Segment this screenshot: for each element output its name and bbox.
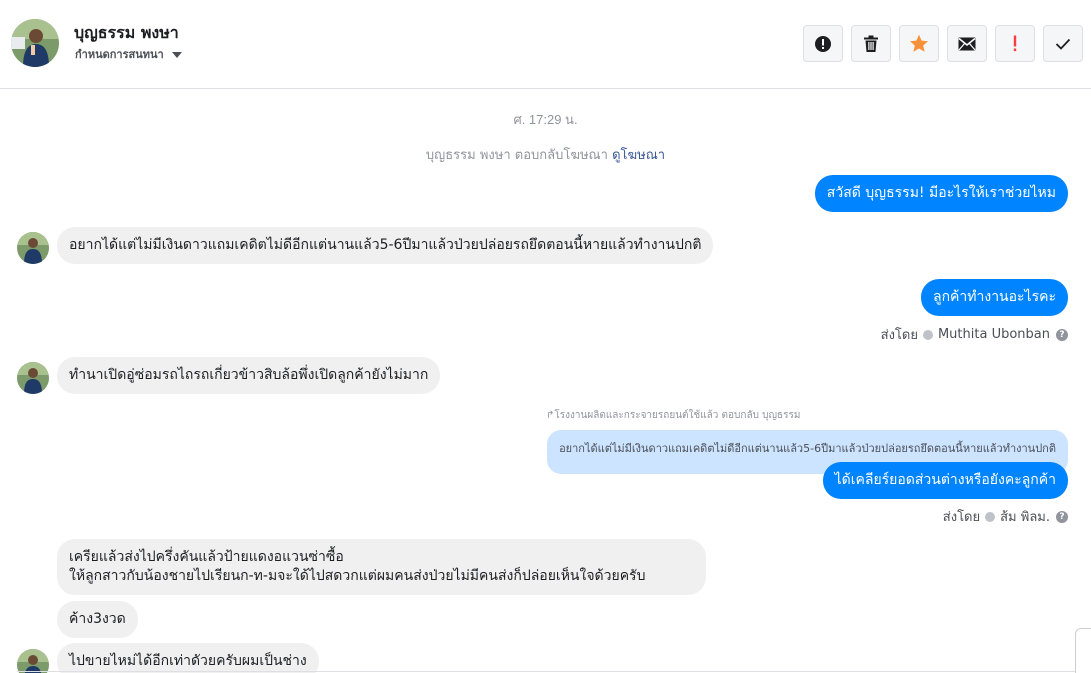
delete-button[interactable] (851, 25, 891, 62)
contact-avatar-small[interactable] (17, 232, 49, 264)
check-circle-icon (985, 511, 996, 522)
ad-reply-notice: บุญธรรม พงษา ตอบกลับโฆษณา ดูโฆษณา (0, 144, 1091, 165)
envelope-icon (958, 37, 976, 50)
composer-panel-edge[interactable] (1075, 628, 1091, 673)
view-ad-link[interactable]: ดูโฆษณา (612, 148, 665, 163)
mark-unread-button[interactable] (947, 25, 987, 62)
check-circle-icon (922, 329, 933, 340)
sent-by-label: ส่งโดย ส้ม พิลม. ? (943, 506, 1068, 527)
sent-by-prefix: ส่งโดย (942, 510, 981, 525)
contact-name[interactable]: บุญธรรม พงษา (74, 21, 179, 46)
outgoing-message[interactable]: สวัสดี บุญธรรม! มีอะไรให้เราช่วยไหม (814, 175, 1068, 212)
outgoing-message[interactable]: ได้เคลียร์ยอดส่วนต่างหรือยังคะลูกค้า (822, 462, 1068, 499)
ad-reply-text: บุญธรรม พงษา ตอบกลับโฆษณา (425, 148, 608, 163)
alert-circle-icon (815, 35, 831, 52)
contact-avatar-small[interactable] (17, 362, 49, 394)
assign-conversation-dropdown[interactable]: กำหนดการสนทนา (75, 45, 182, 63)
star-button[interactable] (899, 25, 939, 62)
exclamation-icon (1013, 35, 1017, 52)
composer-divider (17, 671, 1077, 672)
contact-avatar-small[interactable] (17, 649, 49, 673)
incoming-message[interactable]: เครียแล้วส่งไปครึ่งคันแล้วป้ายแดงอแวนซ่า… (57, 539, 706, 595)
incoming-message[interactable]: ค้าง3งวด (57, 601, 138, 638)
mark-spam-button[interactable] (803, 25, 843, 62)
message-line: ให้ลูกสาวกับน้องชายไปเรียนก-ท-มจะใด้ไปสด… (69, 568, 646, 584)
info-icon[interactable]: ? (1056, 328, 1068, 341)
incoming-message[interactable]: ทำนาเปิดอู่ซ่อมรถไถรถเกี่ยวข้าวสิบล้อพึ่… (57, 357, 441, 394)
checkmark-icon (1055, 38, 1071, 50)
sent-by-prefix: ส่งโดย (880, 328, 918, 343)
sender-name: Muthita Ubonban (937, 327, 1050, 342)
outgoing-message[interactable]: ลูกค้าทำงานอะไรคะ (920, 279, 1068, 316)
caret-down-icon (171, 51, 182, 58)
action-toolbar (803, 25, 1083, 62)
incoming-message[interactable]: ไปขายไหม่ได้อีกเท่าดัวยครับผมเป็นช่าง (57, 643, 319, 673)
reply-header-text: โรงงานผลิตและกระจายรถยนต์ใช้แล้ว ตอบกลับ… (554, 410, 801, 421)
reply-header: ↱โรงงานผลิตและกระจายรถยนต์ใช้แล้ว ตอบกลั… (546, 408, 800, 423)
follow-up-button[interactable] (995, 25, 1035, 62)
trash-icon (864, 35, 878, 52)
mark-done-button[interactable] (1043, 25, 1083, 62)
incoming-message[interactable]: อยากได้แต่ไม่มีเงินดาวแถมเคดิตไม่ดีอีกแต… (57, 227, 714, 264)
info-icon[interactable]: ? (1056, 510, 1068, 523)
assign-conversation-label: กำหนดการสนทนา (75, 48, 164, 61)
sent-by-label: ส่งโดย Muthita Ubonban ? (881, 324, 1068, 345)
message-thread[interactable]: ศ. 17:29 น. บุญธรรม พงษา ตอบกลับโฆษณา ดู… (0, 89, 1091, 673)
sender-name: ส้ม พิลม. (1000, 510, 1050, 525)
thread-timestamp: ศ. 17:29 น. (513, 112, 578, 127)
star-icon (910, 34, 928, 52)
conversation-header: บุญธรรม พงษา กำหนดการสนทนา (0, 0, 1091, 89)
message-line: เครียแล้วส่งไปครึ่งคันแล้วป้ายแดงอแวนซ่า… (69, 549, 344, 565)
contact-avatar[interactable] (11, 19, 59, 67)
